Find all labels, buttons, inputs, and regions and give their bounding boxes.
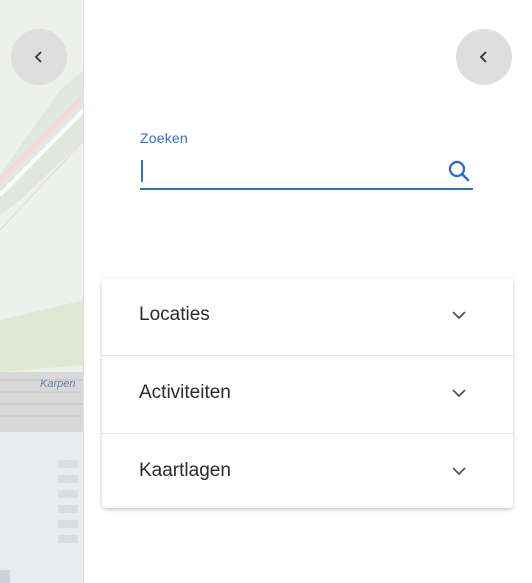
accordion-item-label: Activiteiten — [139, 382, 231, 403]
search-field: Zoeken — [140, 130, 473, 190]
accordion-item-label: Kaartlagen — [139, 460, 231, 481]
collapse-map-button[interactable] — [11, 29, 67, 85]
chevron-down-icon — [452, 311, 466, 320]
accordion-item-kaartlagen[interactable]: Kaartlagen — [102, 434, 513, 511]
map-place-label: Karpen — [40, 378, 76, 390]
map-tiles — [0, 70, 84, 583]
search-label: Zoeken — [140, 130, 188, 146]
chevron-left-icon — [479, 51, 487, 63]
accordion-item-locaties[interactable]: Locaties — [102, 278, 513, 356]
accordion-item-label: Locaties — [139, 304, 210, 325]
search-input[interactable] — [140, 158, 430, 184]
filter-accordion: Locaties Activiteiten Kaartlagen — [102, 278, 513, 508]
map-view[interactable]: Karpen — [0, 0, 84, 583]
map-divider — [83, 0, 84, 583]
chevron-left-icon — [34, 51, 42, 63]
text-caret — [141, 160, 143, 182]
chevron-down-icon — [452, 389, 466, 398]
collapse-panel-button[interactable] — [456, 29, 512, 85]
search-row — [140, 154, 473, 190]
search-icon[interactable] — [447, 159, 471, 183]
accordion-item-activiteiten[interactable]: Activiteiten — [102, 356, 513, 434]
chevron-down-icon — [452, 467, 466, 476]
